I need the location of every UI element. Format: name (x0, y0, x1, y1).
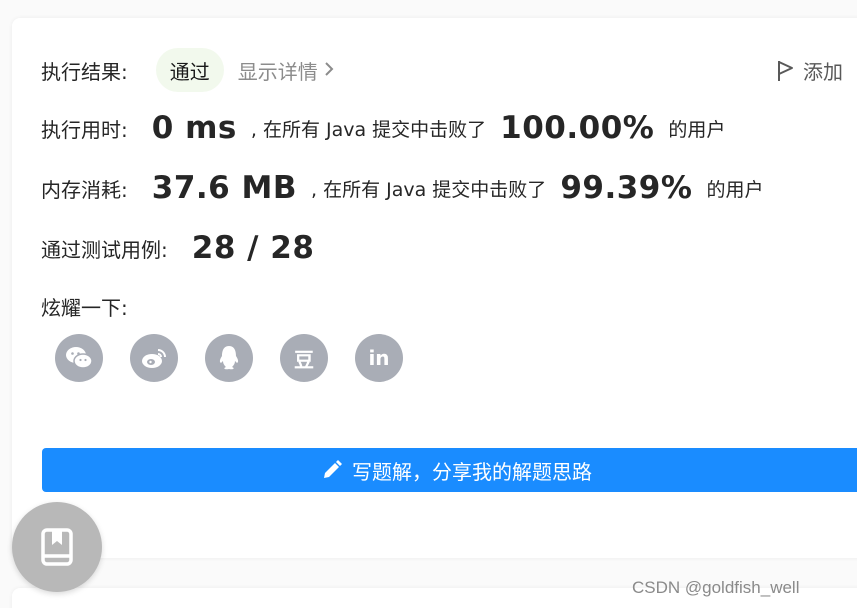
show-details-link[interactable]: 显示详情 (238, 56, 334, 85)
memory-row: 内存消耗: 37.6 MB , 在所有 Java 提交中击败了 99.39% 的… (41, 170, 763, 206)
book-icon (41, 528, 73, 566)
status-badge: 通过 (155, 48, 224, 92)
floating-notebook-button[interactable] (12, 502, 102, 592)
write-solution-button[interactable]: 写题解，分享我的解题思路 (42, 448, 857, 492)
runtime-suffix: 的用户 (668, 118, 726, 141)
pencil-icon (324, 460, 342, 478)
share-linkedin-button[interactable]: in (355, 334, 403, 382)
watermark: CSDN @goldfish_well (632, 578, 800, 597)
share-douban-button[interactable]: 豆 (280, 334, 328, 382)
memory-percent: 99.39% (560, 170, 693, 206)
runtime-percent: 100.00% (500, 110, 655, 146)
share-row-label: 炫耀一下: (41, 292, 128, 321)
page: 执行结果: 通过 显示详情 添加 执行用时: 0 ms , 在所有 Java 提… (0, 0, 857, 608)
share-wechat-button[interactable] (55, 334, 103, 382)
wechat-icon (66, 347, 93, 369)
result-label: 执行结果: (41, 59, 128, 84)
runtime-row: 执行用时: 0 ms , 在所有 Java 提交中击败了 100.00% 的用户 (41, 110, 725, 146)
runtime-value: 0 ms (151, 110, 237, 146)
runtime-label: 执行用时: (41, 117, 128, 142)
runtime-beat-text: , 在所有 Java 提交中击败了 (250, 118, 487, 141)
testcases-label: 通过测试用例: (41, 237, 168, 262)
chevron-right-icon (324, 61, 334, 80)
status-text: 通过 (169, 59, 210, 84)
memory-suffix: 的用户 (706, 178, 764, 201)
douban-icon: 豆 (294, 347, 314, 372)
testcases-row: 通过测试用例: 28 / 28 (41, 230, 314, 266)
result-row: 执行结果: 通过 显示详情 (41, 48, 334, 92)
memory-label: 内存消耗: (41, 177, 128, 202)
share-weibo-button[interactable] (130, 334, 178, 382)
memory-value: 37.6 MB (151, 170, 298, 206)
add-note-label: 添加 (803, 60, 843, 84)
flag-icon (778, 60, 793, 81)
write-solution-label: 写题解，分享我的解题思路 (352, 459, 592, 484)
testcases-value: 28 / 28 (191, 230, 315, 266)
linkedin-icon: in (368, 346, 390, 370)
share-label: 炫耀一下: (41, 296, 128, 320)
qq-icon (219, 346, 239, 370)
memory-beat-text: , 在所有 Java 提交中击败了 (311, 178, 547, 201)
show-details-label: 显示详情 (237, 59, 318, 84)
weibo-icon (142, 349, 166, 368)
share-qq-button[interactable] (205, 334, 253, 382)
share-buttons: 豆 in (55, 334, 430, 382)
add-note-button[interactable]: 添加 (777, 56, 843, 85)
